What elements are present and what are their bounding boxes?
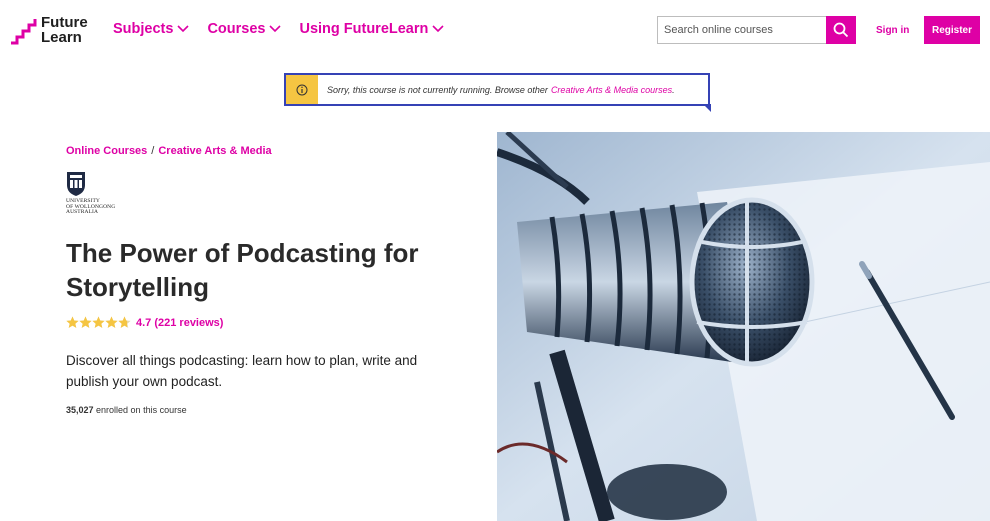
- star-icon: [66, 316, 79, 328]
- rating-stars: [66, 316, 131, 329]
- nav-courses[interactable]: Courses: [207, 21, 282, 37]
- breadcrumb-creative-arts-media[interactable]: Creative Arts & Media: [158, 145, 271, 157]
- university-name: UNIVERSITY OF WOLLONGONG AUSTRALIA: [66, 198, 115, 216]
- alert-suffix: .: [672, 84, 675, 95]
- nav-using-futurelearn-label: Using FutureLearn: [299, 21, 429, 37]
- breadcrumb: Online Courses / Creative Arts & Media: [66, 145, 272, 157]
- chevron-down-icon: [432, 25, 444, 33]
- course-title: The Power of Podcasting for Storytelling: [66, 238, 419, 302]
- chevron-down-icon: [269, 25, 282, 33]
- star-icon: [118, 316, 131, 328]
- course-hero-image: [497, 132, 990, 521]
- university-crest-icon: [67, 172, 85, 196]
- microphone-image: [497, 132, 990, 521]
- nav-courses-label: Courses: [207, 21, 266, 37]
- alert-message: Sorry, this course is not currently runn…: [318, 75, 675, 104]
- search-bar: [657, 16, 856, 44]
- star-icon: [79, 316, 92, 328]
- nav-subjects[interactable]: Subjects: [113, 21, 190, 37]
- logo-line-1: Future: [41, 14, 88, 31]
- register-button[interactable]: Register: [924, 16, 980, 44]
- logo-line-2: Learn: [41, 29, 82, 46]
- alert-corner-icon: [703, 104, 711, 112]
- breadcrumb-separator: /: [151, 145, 155, 157]
- university-line-3: AUSTRALIA: [66, 209, 99, 215]
- logo-text: Future Learn: [41, 15, 88, 45]
- enrolled-suffix: enrolled on this course: [93, 405, 187, 415]
- sign-in-link[interactable]: Sign in: [876, 25, 909, 36]
- course-description: Discover all things podcasting: learn ho…: [66, 353, 418, 389]
- alert-browse-link[interactable]: Creative Arts & Media courses: [551, 85, 672, 95]
- search-button[interactable]: [826, 16, 856, 44]
- search-icon: [833, 22, 849, 38]
- enrolled-number: 35,027: [66, 405, 94, 415]
- rating-reviews-link[interactable]: 4.7 (221 reviews): [136, 317, 223, 329]
- enrolled-count: 35,027 enrolled on this course: [66, 405, 187, 415]
- info-icon: [296, 84, 308, 95]
- futurelearn-logo[interactable]: Future Learn: [10, 15, 90, 47]
- logo-mark-icon: [11, 19, 37, 45]
- course-rating: 4.7 (221 reviews): [66, 316, 223, 329]
- star-icon: [92, 316, 105, 328]
- nav-subjects-label: Subjects: [113, 21, 174, 37]
- search-input[interactable]: [657, 16, 826, 44]
- course-not-running-alert: Sorry, this course is not currently runn…: [284, 73, 711, 112]
- breadcrumb-online-courses[interactable]: Online Courses: [66, 145, 147, 157]
- nav-using-futurelearn[interactable]: Using FutureLearn: [299, 21, 444, 37]
- university-logo[interactable]: UNIVERSITY OF WOLLONGONG AUSTRALIA: [66, 171, 136, 219]
- chevron-down-icon: [177, 25, 190, 33]
- site-header: Future Learn Subjects Courses Using Futu…: [0, 0, 990, 62]
- alert-message-text: Sorry, this course is not currently runn…: [327, 84, 548, 95]
- alert-icon-box: [286, 75, 318, 104]
- star-icon: [105, 316, 118, 328]
- main-nav: Subjects Courses Using FutureLearn: [113, 21, 462, 37]
